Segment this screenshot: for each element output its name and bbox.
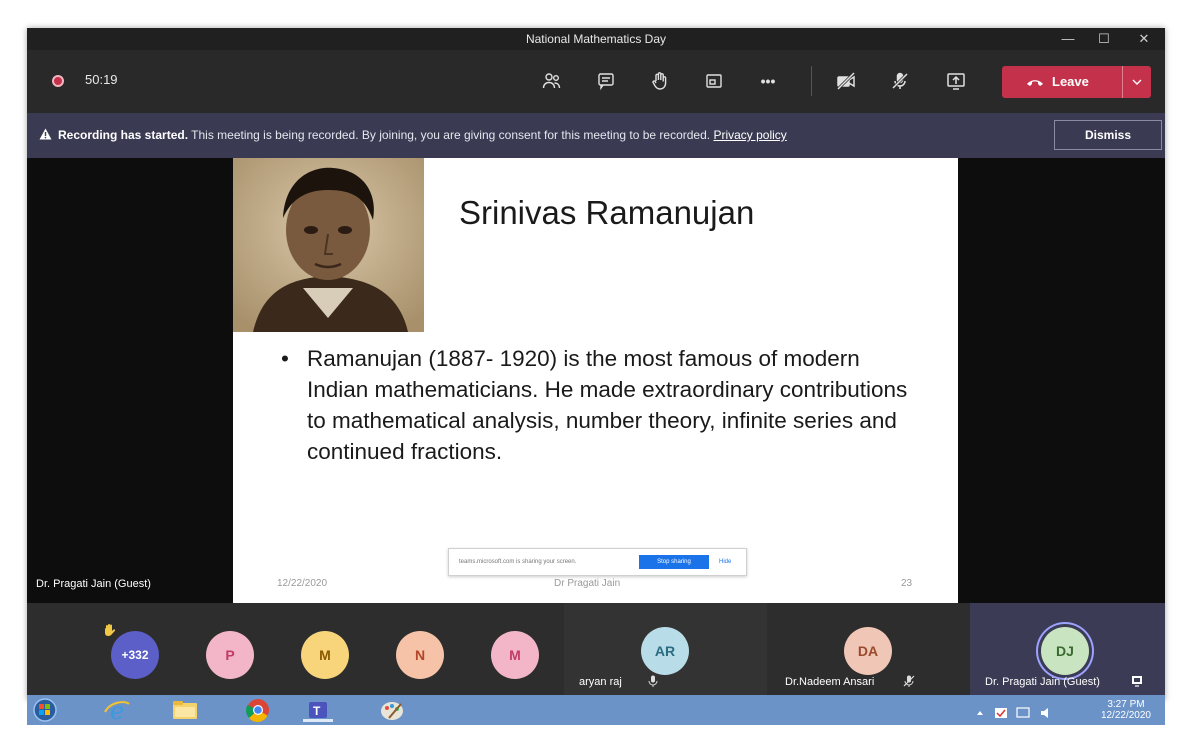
- leave-label: Leave: [1052, 74, 1089, 89]
- participant-avatar: DJ: [1041, 627, 1089, 675]
- title-bar: National Mathematics Day — ☐ ✕: [27, 28, 1165, 50]
- raise-hand-button[interactable]: [644, 65, 676, 97]
- phone-hangup-icon: [1027, 79, 1043, 86]
- breakout-rooms-button[interactable]: [698, 65, 730, 97]
- participant-avatar: DA: [844, 627, 892, 675]
- slide-footer-author: Dr Pragati Jain: [554, 578, 621, 589]
- internet-explorer-icon[interactable]: e: [102, 698, 132, 722]
- svg-text:T: T: [313, 704, 321, 718]
- participant-avatar[interactable]: M: [301, 631, 349, 679]
- participant-avatar[interactable]: P: [206, 631, 254, 679]
- close-window-button[interactable]: ✕: [1129, 30, 1159, 48]
- participant-tile[interactable]: DA Dr.Nadeem Ansari: [767, 603, 970, 700]
- raised-hand-icon: [105, 624, 116, 636]
- participant-roster: +332 P M N M AR aryan raj DA Dr.Nadeem A…: [27, 603, 1165, 700]
- bullet-text: Ramanujan (1887- 1920) is the most famou…: [307, 346, 908, 464]
- ramanujan-portrait-image: [233, 158, 424, 332]
- minimize-button[interactable]: —: [1053, 30, 1083, 48]
- mic-off-icon: [903, 675, 915, 687]
- meeting-toolbar: 50:19 ••• Leave: [27, 50, 1165, 113]
- bullet-marker: •: [281, 346, 289, 371]
- system-tray: 3:27 PM 12/22/2020: [977, 697, 1151, 721]
- chevron-down-icon: [1132, 79, 1142, 85]
- dismiss-button[interactable]: Dismiss: [1054, 120, 1162, 150]
- participant-avatar: AR: [641, 627, 689, 675]
- maximize-button[interactable]: ☐: [1089, 30, 1119, 48]
- stop-sharing-button[interactable]: Stop sharing: [639, 555, 709, 569]
- leave-button-content: Leave: [1026, 74, 1089, 89]
- presenter-name: Dr. Pragati Jain (Guest): [36, 578, 151, 590]
- recording-started-text: Recording has started.: [58, 128, 189, 142]
- clock-date[interactable]: 12/22/2020: [1101, 710, 1151, 721]
- participants-icon: [542, 73, 561, 89]
- rooms-icon: [706, 74, 722, 88]
- sharing-message: teams.microsoft.com is sharing your scre…: [459, 559, 577, 565]
- paint-icon[interactable]: [377, 698, 407, 722]
- participant-name: Dr.Nadeem Ansari: [785, 676, 875, 688]
- camera-off-icon: [836, 71, 856, 91]
- camera-toggle-button[interactable]: [830, 65, 862, 97]
- chat-icon: [598, 73, 614, 91]
- recording-icon: [52, 75, 64, 87]
- participant-tile[interactable]: AR aryan raj: [564, 603, 767, 700]
- warning-icon: [39, 128, 52, 140]
- share-screen-icon: [947, 73, 965, 90]
- mic-off-icon: [891, 72, 909, 90]
- start-button-icon[interactable]: [31, 698, 59, 722]
- more-actions-button[interactable]: •••: [752, 65, 784, 97]
- chrome-icon[interactable]: [243, 698, 273, 722]
- participants-button[interactable]: [536, 65, 568, 97]
- recording-banner: Recording has started. This meeting is b…: [27, 113, 1165, 158]
- meeting-timer: 50:19: [85, 72, 118, 87]
- tray-icons[interactable]: [975, 705, 1061, 721]
- slide-title: Srinivas Ramanujan: [459, 194, 755, 231]
- screen-sharing-bar: teams.microsoft.com is sharing your scre…: [448, 548, 747, 576]
- participant-tile[interactable]: DJ Dr. Pragati Jain (Guest): [970, 603, 1165, 700]
- presenter-icon: [1132, 676, 1142, 687]
- hide-sharing-bar-button[interactable]: Hide: [719, 559, 731, 565]
- windows-taskbar: e T 3:27 PM 12/22/2020: [27, 695, 1165, 725]
- shared-screen-stage: Srinivas Ramanujan • Ramanujan (1887- 19…: [27, 158, 1165, 603]
- clock-time[interactable]: 3:27 PM: [1101, 697, 1151, 710]
- participant-avatar[interactable]: N: [396, 631, 444, 679]
- teams-meeting-window: National Mathematics Day — ☐ ✕ 50:19 •••: [27, 28, 1165, 700]
- chat-button[interactable]: [590, 65, 622, 97]
- participant-name: aryan raj: [579, 676, 622, 688]
- slide-footer-date: 12/22/2020: [277, 578, 328, 589]
- file-explorer-icon[interactable]: [170, 698, 200, 722]
- overflow-participants-button[interactable]: +332: [111, 631, 159, 679]
- toolbar-divider: [811, 66, 812, 96]
- participant-name: Dr. Pragati Jain (Guest): [985, 676, 1100, 688]
- leave-options-button[interactable]: [1122, 66, 1151, 98]
- raise-hand-icon: [652, 72, 667, 90]
- recording-notice: Recording has started. This meeting is b…: [39, 128, 787, 142]
- recording-consent-text: This meeting is being recorded. By joini…: [188, 128, 714, 142]
- presentation-slide: Srinivas Ramanujan • Ramanujan (1887- 19…: [233, 158, 958, 603]
- window-title: National Mathematics Day: [525, 32, 667, 46]
- mic-icon: [648, 675, 658, 687]
- slide-bullet: • Ramanujan (1887- 1920) is the most fam…: [281, 343, 921, 467]
- slide-page-number: 23: [901, 578, 913, 589]
- share-screen-button[interactable]: [940, 65, 972, 97]
- privacy-policy-link[interactable]: Privacy policy: [713, 128, 786, 142]
- leave-button[interactable]: Leave: [1002, 66, 1151, 98]
- mic-toggle-button[interactable]: [884, 65, 916, 97]
- teams-icon[interactable]: T: [303, 698, 333, 722]
- participant-avatar[interactable]: M: [491, 631, 539, 679]
